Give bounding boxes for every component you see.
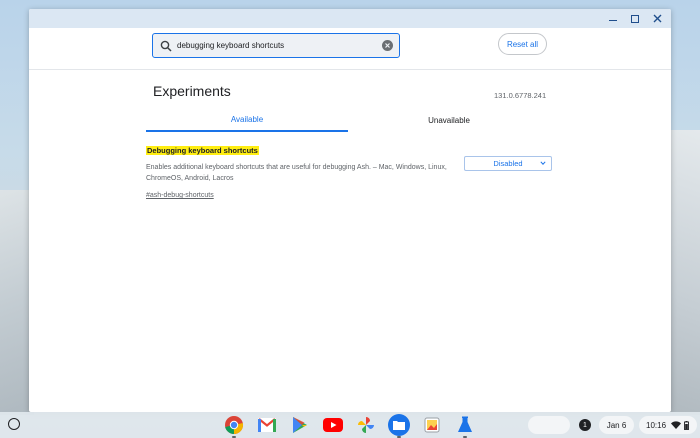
tab-bar: Available Unavailable [146,108,550,132]
chrome-icon[interactable] [223,414,245,438]
flags-toolbar: Reset all [29,28,671,70]
experiment-title: Debugging keyboard shortcuts [146,146,259,155]
gmail-icon[interactable] [256,414,278,436]
window-controls [605,11,665,26]
files-icon[interactable] [388,414,410,438]
experiment-item: Debugging keyboard shortcuts Enables add… [146,140,550,202]
clock: 10:16 [646,420,667,430]
chevron-down-icon [540,161,546,165]
play-store-icon[interactable] [289,414,311,436]
flask-icon[interactable] [454,414,476,438]
search-input[interactable] [177,41,377,50]
maximize-icon[interactable] [627,11,643,26]
wallpaper-dune-right [670,130,700,415]
photos-icon[interactable] [355,414,377,436]
version-label: 131.0.6778.241 [494,91,547,100]
tab-available[interactable]: Available [146,108,348,132]
title-bar[interactable] [29,9,671,28]
youtube-icon[interactable] [322,414,344,436]
shelf: 1 Jan 6 10:16 [0,412,700,438]
experiment-description: Enables additional keyboard shortcuts th… [146,164,447,182]
pinned-apps [223,414,476,438]
wifi-icon [671,421,682,429]
launcher-button[interactable] [8,418,20,430]
experiment-permalink[interactable]: #ash-debug-shortcuts [146,192,214,199]
minimize-icon[interactable] [605,11,621,26]
reset-all-button[interactable]: Reset all [498,33,547,55]
notification-badge[interactable]: 1 [579,419,591,431]
search-box[interactable] [152,33,400,58]
battery-icon [684,420,689,430]
date-tray[interactable]: Jan 6 [599,416,634,434]
tray-area[interactable] [528,416,570,434]
tab-unavailable[interactable]: Unavailable [348,108,550,132]
close-icon[interactable] [649,11,665,26]
status-tray[interactable]: 10:16 [639,416,697,434]
experiment-state-select[interactable]: Disabled [464,156,552,171]
search-icon [160,40,172,52]
chrome-flags-window: Reset all Experiments 131.0.6778.241 Ava… [29,9,671,412]
page-title: Experiments [153,83,231,99]
gallery-icon[interactable] [421,414,443,436]
clear-search-icon[interactable] [382,40,393,51]
select-value: Disabled [493,159,523,168]
